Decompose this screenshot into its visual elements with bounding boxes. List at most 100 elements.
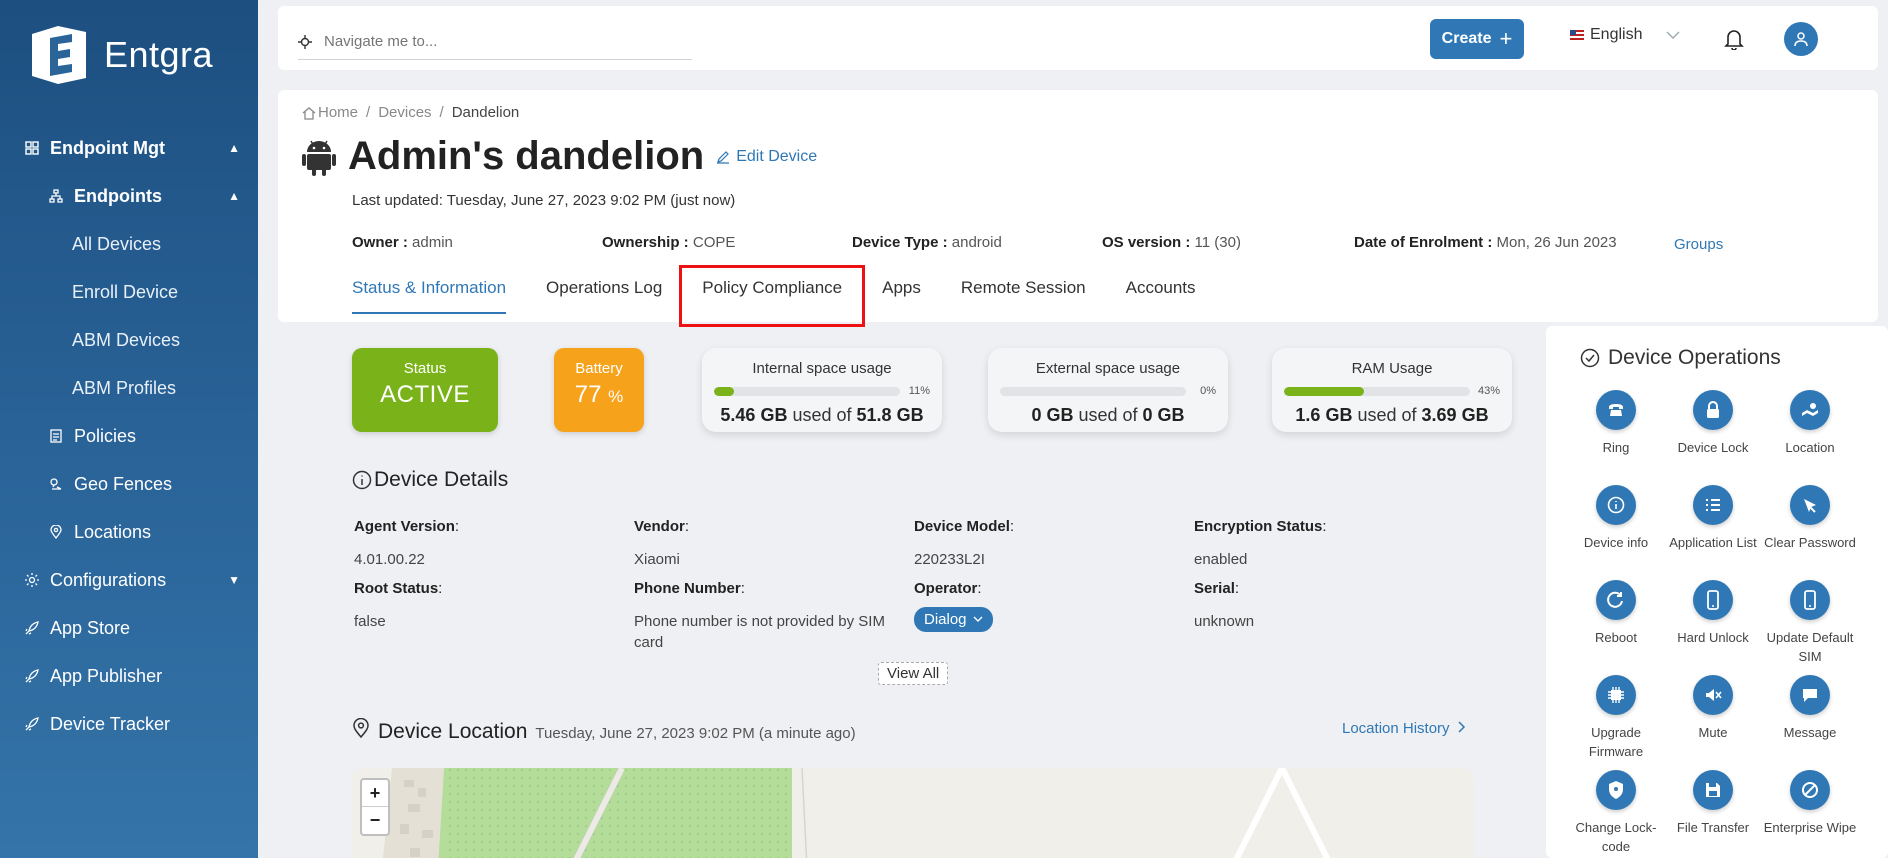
sidebar-item-geo-fences[interactable]: Geo Fences: [0, 460, 258, 508]
op-label: Change Lock-code: [1575, 820, 1657, 854]
zoom-in-button[interactable]: +: [362, 780, 388, 807]
op-device-lock[interactable]: Device Lock: [1663, 390, 1763, 457]
sidebar-item-endpoints[interactable]: Endpoints ▲: [0, 172, 258, 220]
page-title: Admin's dandelion: [348, 134, 705, 178]
sidebar-item-abm-devices[interactable]: ABM Devices: [0, 316, 258, 364]
save-icon: [1693, 770, 1733, 810]
zoom-out-button[interactable]: −: [362, 807, 388, 834]
tab-accounts[interactable]: Accounts: [1106, 278, 1216, 314]
op-enterprise-wipe[interactable]: Enterprise Wipe: [1760, 770, 1860, 837]
edit-device-link[interactable]: Edit Device: [716, 148, 817, 166]
breadcrumb-home[interactable]: Home: [318, 104, 358, 121]
location-timestamp: Tuesday, June 27, 2023 9:02 PM (a minute…: [535, 725, 856, 742]
usage-values: 1.6 GB used of 3.69 GB: [1272, 405, 1512, 426]
chevron-down-icon: [1666, 31, 1680, 39]
detail-key: Agent Version: [354, 518, 455, 535]
sidebar-item-device-tracker[interactable]: Device Tracker: [0, 700, 258, 748]
detail-phone-number: Phone Number: Phone number is not provide…: [634, 580, 896, 653]
create-button[interactable]: Create +: [1430, 19, 1524, 59]
detail-key: Encryption Status: [1194, 518, 1323, 535]
op-application-list[interactable]: Application List: [1663, 485, 1763, 552]
detail-colon: :: [977, 580, 982, 597]
tab-remote-session[interactable]: Remote Session: [941, 278, 1106, 314]
tab-policy-compliance[interactable]: Policy Compliance: [679, 265, 866, 327]
brand-logo[interactable]: Entgra: [28, 24, 213, 86]
sidebar-item-label: Enroll Device: [72, 281, 179, 302]
sidebar-item-policies[interactable]: Policies: [0, 412, 258, 460]
section-title-text: Device Operations: [1608, 346, 1781, 369]
sidebar-item-enroll-device[interactable]: Enroll Device: [0, 268, 258, 316]
sidebar-item-endpoint-mgt[interactable]: Endpoint Mgt ▲: [0, 124, 258, 172]
breadcrumb-separator: /: [366, 104, 371, 121]
navigate-input[interactable]: [324, 33, 664, 50]
op-change-lock-code[interactable]: Change Lock-code: [1566, 770, 1666, 856]
battery-percent: 77: [574, 381, 602, 408]
usage-used: 5.46 GB: [720, 405, 788, 425]
sidebar-item-locations[interactable]: Locations: [0, 508, 258, 556]
usage-bar-fill: [714, 386, 735, 396]
battery-card: Battery 77 %: [554, 348, 644, 432]
op-device-info[interactable]: Device info: [1566, 485, 1666, 552]
op-label: Message: [1783, 725, 1837, 740]
detail-colon: :: [1009, 518, 1015, 535]
op-clear-password[interactable]: Clear Password: [1760, 485, 1860, 552]
user-avatar[interactable]: [1784, 22, 1818, 56]
op-update-default-sim[interactable]: Update Default SIM: [1760, 580, 1860, 666]
groups-link[interactable]: Groups: [1674, 236, 1723, 253]
op-ring[interactable]: Ring: [1566, 390, 1666, 457]
sidebar-item-app-store[interactable]: App Store: [0, 604, 258, 652]
section-title-text: Device Location: [378, 720, 528, 743]
op-upgrade-firmware[interactable]: Upgrade Firmware: [1566, 675, 1666, 761]
brand-name: Entgra: [104, 34, 214, 75]
sidebar-item-all-devices[interactable]: All Devices: [0, 220, 258, 268]
detail-root-status: Root Status: false: [354, 580, 634, 632]
detail-value: Xiaomi: [634, 551, 680, 568]
breadcrumb-separator: /: [439, 104, 444, 121]
meta-device-type: Device Type : android: [852, 234, 1002, 251]
device-location-map[interactable]: + −: [352, 768, 1474, 858]
rocket-icon: [24, 620, 40, 636]
location-history-link[interactable]: Location History: [1342, 720, 1466, 737]
usage-percent: 0%: [1200, 385, 1216, 397]
op-message[interactable]: Message: [1760, 675, 1860, 742]
sidebar-item-abm-profiles[interactable]: ABM Profiles: [0, 364, 258, 412]
sidebar-nav: Endpoint Mgt ▲ Endpoints ▲ All Devices E…: [0, 124, 258, 748]
status-information-panel: Status ACTIVE Battery 77 % Internal spac…: [278, 326, 1544, 858]
tab-operations-log[interactable]: Operations Log: [526, 278, 682, 314]
op-file-transfer[interactable]: File Transfer: [1663, 770, 1763, 837]
check-circle-icon: [1580, 348, 1600, 368]
usage-of: used of: [1078, 405, 1138, 425]
plus-icon: +: [1499, 26, 1513, 51]
op-reboot[interactable]: Reboot: [1566, 580, 1666, 647]
breadcrumb: Home / Devices / Dandelion: [302, 104, 519, 121]
detail-value: unknown: [1194, 613, 1255, 630]
op-mute[interactable]: Mute: [1663, 675, 1763, 742]
chevron-up-icon: ▲: [228, 141, 240, 155]
sidebar-item-label: ABM Devices: [72, 329, 181, 350]
language-label: English: [1590, 26, 1643, 43]
tab-apps[interactable]: Apps: [862, 278, 941, 314]
usage-used: 1.6 GB: [1295, 405, 1353, 425]
op-location[interactable]: Location: [1760, 390, 1860, 457]
sidebar-item-app-publisher[interactable]: App Publisher: [0, 652, 258, 700]
android-icon: [302, 140, 336, 176]
usage-bar-fill: [1284, 386, 1364, 396]
detail-encryption-status: Encryption Status: enabled: [1194, 518, 1474, 570]
detail-value: enabled: [1194, 551, 1248, 568]
section-title-text: Device Details: [374, 468, 509, 491]
sidebar-item-configurations[interactable]: Configurations ▼: [0, 556, 258, 604]
chevron-right-icon: [1458, 721, 1465, 733]
last-updated: Last updated: Tuesday, June 27, 2023 9:0…: [352, 192, 736, 209]
pencil-icon: [717, 150, 730, 164]
language-select[interactable]: English: [1570, 26, 1680, 44]
device-operations-panel: Device Operations Ring Device Lock Locat…: [1546, 326, 1888, 858]
location-pin-icon: [48, 524, 64, 540]
breadcrumb-devices[interactable]: Devices: [378, 104, 431, 121]
tab-status-information[interactable]: Status & Information: [352, 278, 526, 314]
notifications-bell-icon[interactable]: [1724, 28, 1744, 55]
map-zoom-controls: + −: [360, 778, 390, 836]
view-all-button[interactable]: View All: [878, 662, 949, 685]
operator-dropdown[interactable]: Dialog: [914, 607, 993, 632]
op-hard-unlock[interactable]: Hard Unlock: [1663, 580, 1763, 647]
detail-key: Operator: [914, 580, 978, 597]
